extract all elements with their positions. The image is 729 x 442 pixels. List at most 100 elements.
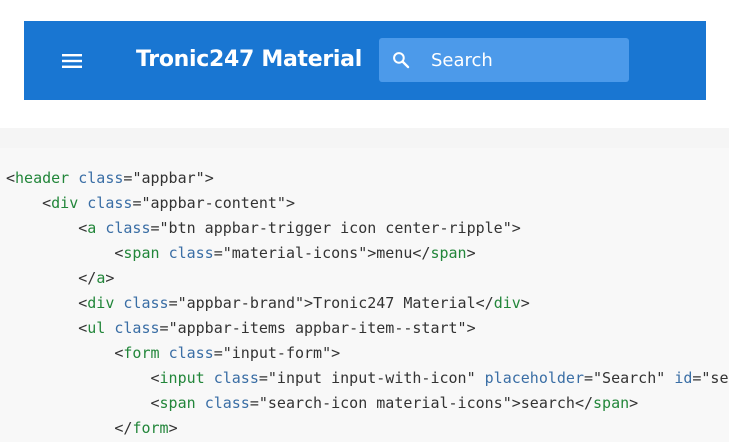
- code-token-punct: >: [285, 194, 295, 212]
- code-token-attr: class: [114, 319, 160, 337]
- code-line: </form>: [6, 416, 729, 441]
- code-token-val: "appbar": [132, 169, 205, 187]
- code-line: <span class="material-icons">menu</span>: [6, 241, 729, 266]
- code-token-punct: <: [150, 369, 160, 387]
- code-token-punct: >: [629, 394, 639, 412]
- code-token-punct: =: [258, 369, 268, 387]
- code-token-tag: a: [87, 219, 97, 237]
- code-token-tag: span: [430, 244, 467, 262]
- code-token-punct: [78, 194, 87, 212]
- code-token-punct: >: [466, 319, 476, 337]
- code-token-punct: >: [511, 394, 521, 412]
- code-token-attr: class: [87, 194, 133, 212]
- appbar-brand: Tronic247 Material: [136, 47, 362, 72]
- code-line: <header class="appbar">: [6, 166, 729, 191]
- code-token-punct: =: [584, 369, 594, 387]
- code-token-punct: [476, 369, 485, 387]
- code-line: <span class="search-icon material-icons"…: [6, 391, 729, 416]
- code-line: <input class="input input-with-icon" pla…: [6, 366, 729, 391]
- code-token-attr: class: [105, 219, 151, 237]
- code-token-tag: div: [51, 194, 79, 212]
- code-token-punct: <: [78, 219, 88, 237]
- code-token-val: "appbar-items appbar-item--start": [168, 319, 467, 337]
- code-token-tag: form: [123, 344, 160, 362]
- code-token-val: "search": [701, 369, 729, 387]
- code-token-punct: >: [367, 244, 377, 262]
- code-token-punct: >: [105, 269, 115, 287]
- code-token-attr: class: [168, 244, 214, 262]
- search-form: [379, 38, 629, 82]
- code-token-tag: a: [96, 269, 106, 287]
- code-token-val: "btn appbar-trigger icon center-ripple": [159, 219, 512, 237]
- code-token-punct: </: [78, 269, 97, 287]
- code-listing: <header class="appbar"> <div class="appb…: [0, 166, 729, 441]
- code-token-punct: </: [475, 294, 494, 312]
- appbar: Tronic247 Material: [24, 21, 706, 100]
- code-token-tag: form: [132, 419, 169, 437]
- code-token-punct: =: [249, 394, 259, 412]
- code-token-attr: id: [674, 369, 693, 387]
- code-token-txt: menu: [376, 244, 413, 262]
- code-token-punct: >: [331, 344, 341, 362]
- code-line: <div class="appbar-brand">Tronic247 Mate…: [6, 291, 729, 316]
- code-token-punct: >: [304, 294, 314, 312]
- code-token-tag: span: [123, 244, 160, 262]
- code-token-attr: placeholder: [484, 369, 584, 387]
- code-token-attr: class: [168, 344, 214, 362]
- code-token-attr: class: [213, 369, 259, 387]
- search-icon: [393, 52, 410, 69]
- code-token-val: "material-icons": [222, 244, 368, 262]
- code-token-punct: >: [204, 169, 214, 187]
- code-token-val: "appbar-brand": [177, 294, 305, 312]
- code-token-val: "input-form": [222, 344, 332, 362]
- code-token-punct: =: [168, 294, 178, 312]
- code-token-punct: >: [511, 219, 521, 237]
- code-token-txt: Tronic247 Material: [313, 294, 476, 312]
- code-token-punct: >: [520, 294, 530, 312]
- search-input[interactable]: [431, 38, 621, 82]
- code-token-tag: div: [87, 294, 115, 312]
- code-panel: <header class="appbar"> <div class="appb…: [0, 128, 729, 442]
- code-token-attr: class: [204, 394, 250, 412]
- code-token-attr: class: [123, 294, 169, 312]
- menu-button[interactable]: [57, 46, 87, 76]
- code-line: <ul class="appbar-items appbar-item--sta…: [6, 316, 729, 341]
- code-token-punct: >: [466, 244, 476, 262]
- code-token-punct: <: [6, 169, 16, 187]
- code-token-punct: =: [213, 344, 223, 362]
- code-token-val: "appbar-content": [141, 194, 286, 212]
- code-token-punct: [96, 219, 105, 237]
- code-token-punct: =: [150, 219, 160, 237]
- code-token-punct: =: [213, 244, 223, 262]
- code-token-txt: search: [520, 394, 575, 412]
- code-line: <div class="appbar-content">: [6, 191, 729, 216]
- code-token-punct: [665, 369, 674, 387]
- code-token-tag: span: [159, 394, 196, 412]
- code-token-punct: [160, 244, 169, 262]
- code-line: <a class="btn appbar-trigger icon center…: [6, 216, 729, 241]
- code-token-punct: >: [168, 419, 178, 437]
- code-token-punct: <: [78, 319, 88, 337]
- code-line: <form class="input-form">: [6, 341, 729, 366]
- code-token-punct: [69, 169, 78, 187]
- code-token-tag: span: [593, 394, 630, 412]
- preview-area: Tronic247 Material: [0, 0, 729, 128]
- code-token-attr: class: [78, 169, 124, 187]
- code-token-punct: <: [42, 194, 52, 212]
- code-token-punct: </: [574, 394, 594, 412]
- menu-icon: [62, 54, 82, 68]
- code-token-punct: </: [412, 244, 431, 262]
- code-line: </a>: [6, 266, 729, 291]
- code-block: <header class="appbar"> <div class="appb…: [0, 148, 729, 442]
- code-token-punct: <: [150, 394, 160, 412]
- code-token-punct: <: [78, 294, 88, 312]
- code-token-tag: ul: [87, 319, 106, 337]
- code-token-punct: [160, 344, 169, 362]
- code-token-val: "search-icon material-icons": [258, 394, 512, 412]
- code-token-val: "input input-with-icon": [267, 369, 476, 387]
- code-token-tag: div: [493, 294, 521, 312]
- code-token-punct: [205, 369, 214, 387]
- code-token-tag: header: [15, 169, 70, 187]
- code-token-punct: [196, 394, 205, 412]
- code-token-val: "Search": [593, 369, 666, 387]
